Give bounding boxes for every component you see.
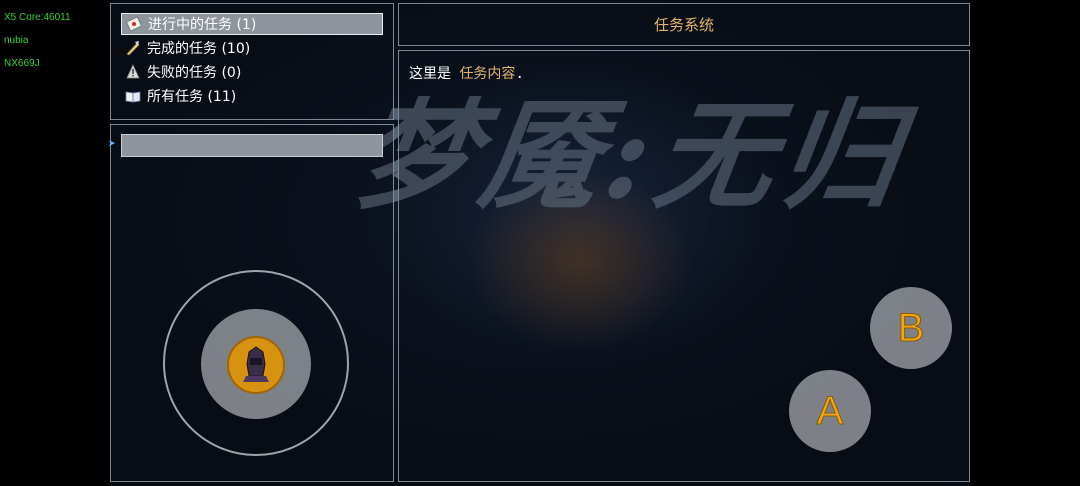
a-button[interactable]: A [789, 370, 871, 452]
task-category-panel: 进行中的任务 (1) 完成的任务 (10) 失败的任务 (0) 所有任务 (11… [110, 3, 394, 120]
task-detail-panel: 这里是 任务内容. [398, 50, 970, 482]
task-entry-row[interactable] [121, 134, 383, 157]
task-category-failed[interactable]: 失败的任务 (0) [121, 61, 383, 83]
debug-model: NX669J [4, 58, 40, 69]
task-content-highlight: 任务内容 [459, 66, 516, 82]
task-category-label: 进行中的任务 (1) [148, 17, 257, 33]
task-content-suffix: . [515, 66, 524, 82]
task-system-header: 任务系统 [398, 3, 970, 46]
quill-icon [125, 40, 141, 56]
task-category-label: 失败的任务 (0) [147, 65, 242, 81]
debug-brand: nubia [4, 35, 29, 46]
task-category-all[interactable]: 所有任务 (11) [121, 85, 383, 107]
task-category-completed[interactable]: 完成的任务 (10) [121, 37, 383, 59]
warning-icon [125, 64, 141, 80]
page-title: 任务系统 [653, 16, 714, 34]
task-category-label: 完成的任务 (10) [147, 41, 251, 57]
character-portrait-icon [243, 346, 269, 382]
b-button[interactable]: B [870, 287, 952, 369]
task-content-prefix: 这里是 [409, 66, 460, 82]
task-category-label: 所有任务 (11) [147, 89, 237, 105]
joystick-knob[interactable] [227, 336, 285, 394]
task-category-in-progress[interactable]: 进行中的任务 (1) [121, 13, 383, 35]
selection-arrow-icon: ➤ [108, 139, 116, 149]
open-book-icon [125, 88, 141, 104]
debug-core-version: X5 Core:46011 [4, 12, 71, 23]
task-content-text: 这里是 任务内容. [409, 63, 524, 83]
scroll-card-icon [126, 16, 142, 32]
